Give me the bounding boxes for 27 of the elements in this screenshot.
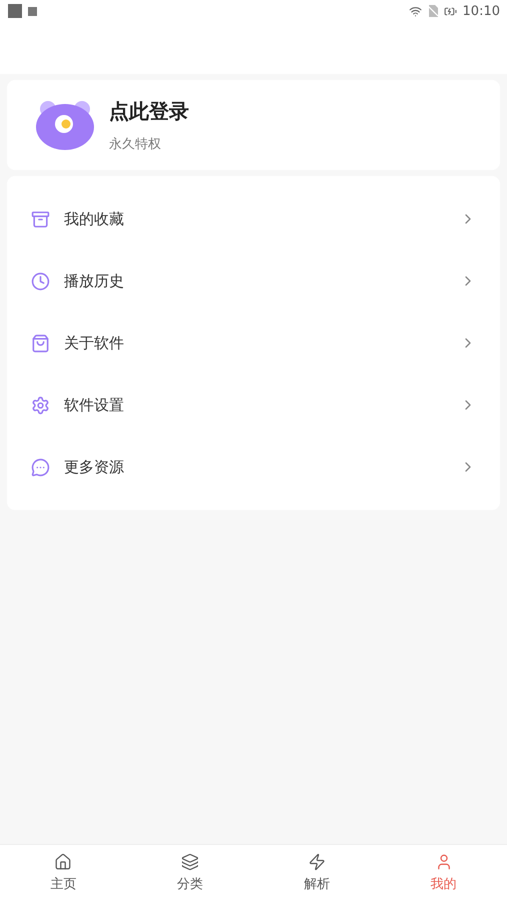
- nav-tab[interactable]: 分类: [126, 845, 254, 901]
- bolt-icon: [308, 853, 326, 871]
- nav-tab[interactable]: 我的: [380, 845, 507, 901]
- avatar-icon: [35, 99, 95, 151]
- chat-icon: [31, 458, 50, 476]
- menu-item[interactable]: 软件设置: [7, 374, 500, 436]
- menu-item[interactable]: 更多资源: [7, 436, 500, 498]
- login-title[interactable]: 点此登录: [109, 98, 189, 124]
- nav-tab[interactable]: 主页: [0, 845, 127, 901]
- menu-item[interactable]: 播放历史: [7, 250, 500, 312]
- profile-card[interactable]: 点此登录 永久特权: [7, 80, 500, 170]
- wifi-icon: [408, 4, 422, 18]
- gear-icon: [31, 396, 50, 414]
- menu-item[interactable]: 关于软件: [7, 312, 500, 374]
- home-icon: [54, 853, 72, 871]
- app-icon: [28, 6, 37, 16]
- privilege-text: 永久特权: [109, 136, 162, 152]
- archive-icon: [31, 210, 50, 228]
- nav-tab[interactable]: 解析: [254, 845, 380, 901]
- menu-item[interactable]: 我的收藏: [7, 188, 500, 250]
- battery-icon: [444, 4, 457, 18]
- bag-icon: [31, 334, 50, 352]
- no-sim-icon: [428, 5, 438, 17]
- notification-icon: [8, 4, 22, 18]
- layers-icon: [181, 853, 200, 871]
- clock-icon: [31, 272, 50, 290]
- clock-time: 10:10: [462, 4, 500, 18]
